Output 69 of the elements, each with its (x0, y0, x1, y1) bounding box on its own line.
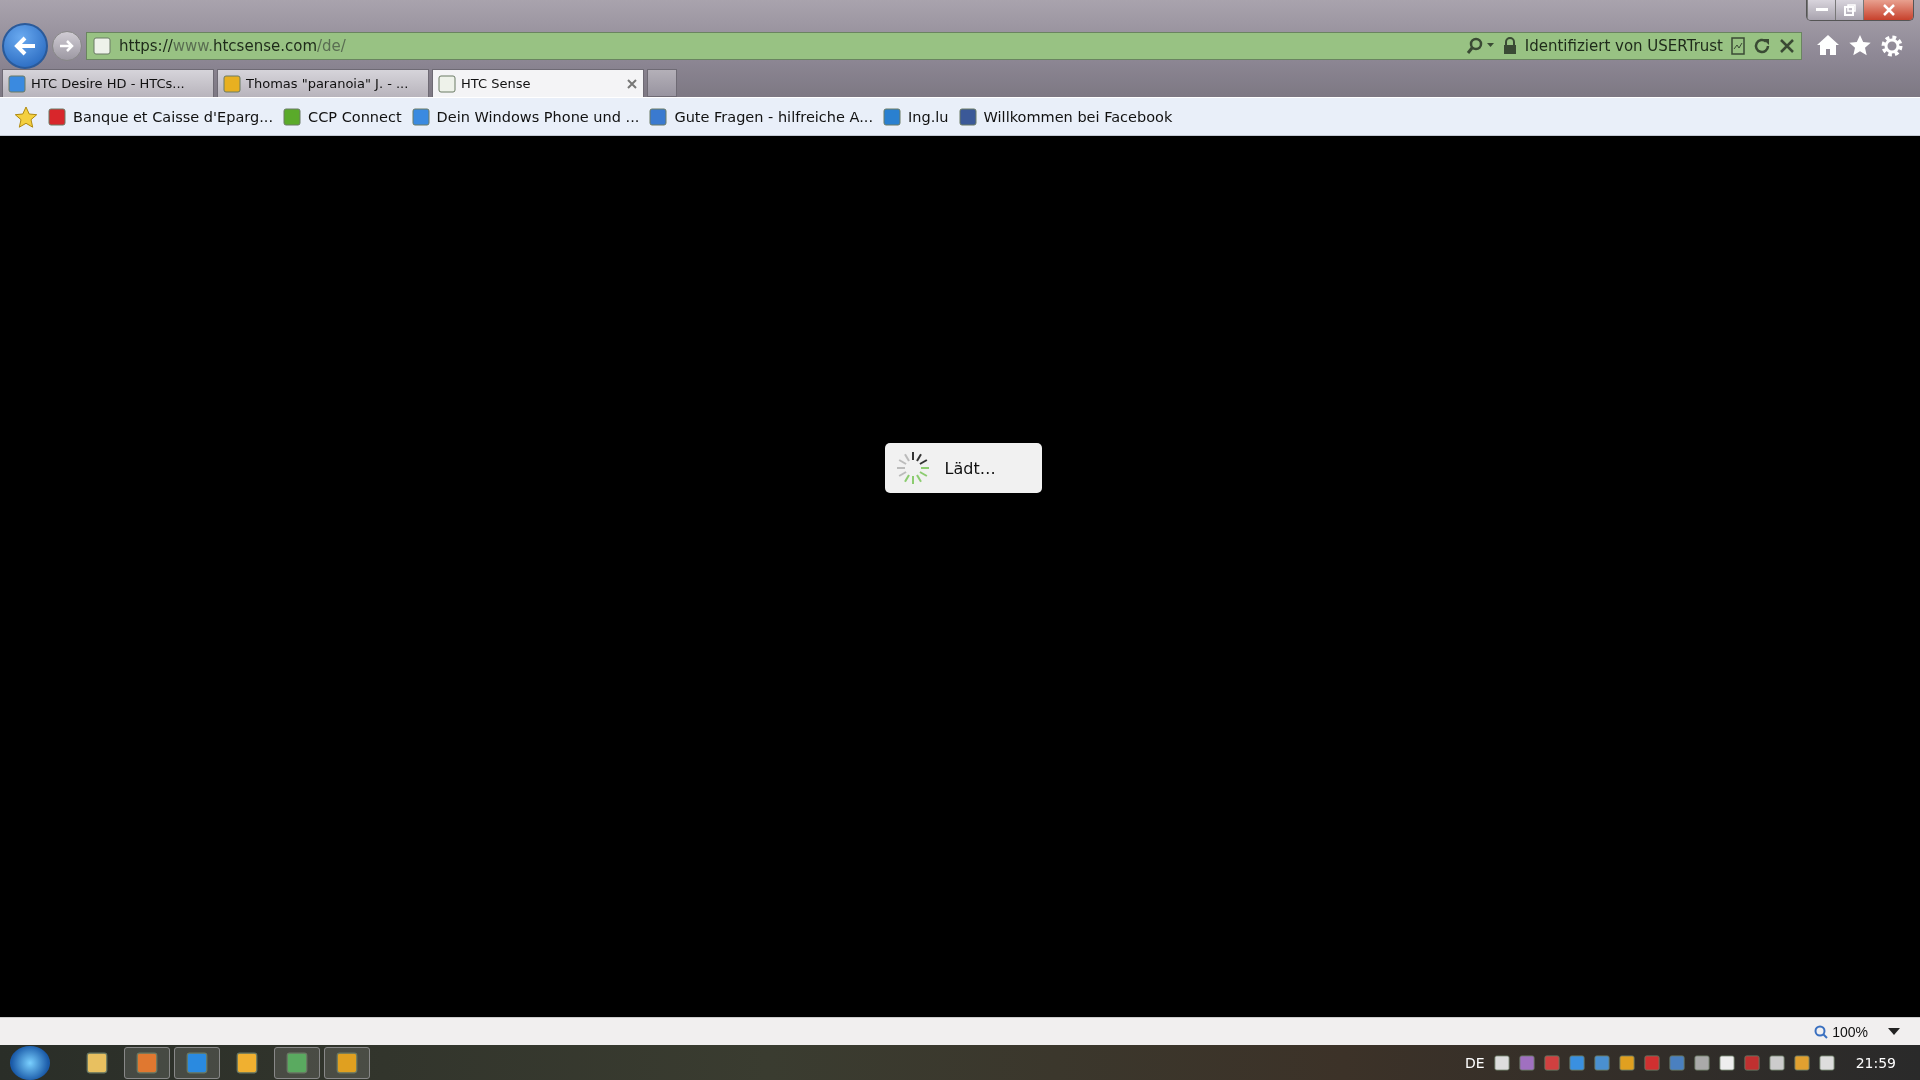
back-arrow-icon (13, 35, 37, 57)
close-tab-icon[interactable] (626, 77, 638, 90)
favorite-link[interactable]: Ing.lu (883, 107, 949, 126)
site-icon (883, 107, 902, 126)
star-icon[interactable] (1848, 34, 1872, 56)
favorite-link[interactable]: Banque et Caisse d'Eparg... (48, 107, 274, 126)
address-bar[interactable]: https://www.htcsense.com/de/ Identifiziert von USERTrust (86, 32, 1802, 60)
clock[interactable]: 21:59 (1855, 1054, 1896, 1071)
favorite-link[interactable]: Dein Windows Phone und ... (411, 107, 640, 126)
zoom-button[interactable]: 100% (1814, 1023, 1868, 1040)
site-icon (649, 107, 668, 126)
tray-icon (1593, 1054, 1610, 1071)
tray-icon (1618, 1054, 1635, 1071)
site-icon (411, 107, 430, 126)
taskbar-button[interactable] (324, 1046, 370, 1079)
tray-icon (1768, 1054, 1785, 1071)
tray-icon (1518, 1054, 1535, 1071)
favorite-link[interactable]: Willkommen bei Facebook (958, 107, 1173, 126)
taskbar-button[interactable] (174, 1046, 220, 1079)
taskbar-button[interactable] (124, 1046, 170, 1079)
favorites-star-icon[interactable] (14, 105, 38, 128)
maximize-button[interactable] (1835, 0, 1863, 20)
site-icon (223, 74, 241, 93)
tray-icon (1743, 1054, 1760, 1071)
browser-tab[interactable]: Thomas "paranoia" J. - ... (217, 69, 429, 97)
tray-icon (1493, 1054, 1510, 1071)
favorite-link[interactable]: CCP Connect (283, 107, 402, 126)
site-icon (438, 74, 456, 93)
tray-icon (1793, 1054, 1810, 1071)
stop-icon[interactable] (1779, 38, 1795, 54)
close-button[interactable] (1863, 0, 1913, 20)
lock-icon (1502, 37, 1517, 55)
security-text[interactable]: Identifiziert von USERTrust (1524, 37, 1723, 55)
minimize-button[interactable] (1807, 0, 1835, 20)
dropdown-caret-icon[interactable] (1888, 1027, 1900, 1036)
taskbar-button[interactable] (274, 1046, 320, 1079)
tray-icon (1643, 1054, 1660, 1071)
tray-icon (1543, 1054, 1560, 1071)
browser-tab[interactable]: HTC Desire HD - HTCs... (2, 69, 214, 97)
tray-icon (1568, 1054, 1585, 1071)
site-icon (8, 74, 26, 93)
site-icon (93, 37, 111, 55)
back-button[interactable] (2, 23, 48, 69)
refresh-icon[interactable] (1753, 37, 1771, 55)
search-icon[interactable] (1464, 37, 1495, 55)
tray-icon (1818, 1054, 1835, 1071)
site-icon (48, 107, 66, 126)
page-icon[interactable] (1731, 37, 1745, 55)
tray-icon (1668, 1054, 1685, 1071)
restore-icon (1843, 4, 1856, 16)
favorite-link[interactable]: Gute Fragen - hilfreiche A... (649, 107, 874, 126)
forward-arrow-icon (59, 39, 75, 53)
settings-icon[interactable] (1880, 34, 1904, 58)
tray-icon (1693, 1054, 1710, 1071)
forward-button[interactable] (52, 31, 82, 61)
close-icon (1881, 4, 1896, 16)
site-icon (958, 107, 977, 126)
new-tab-button[interactable] (647, 69, 677, 97)
home-icon[interactable] (1816, 34, 1840, 56)
language-indicator[interactable]: DE (1465, 1054, 1485, 1071)
start-button[interactable] (10, 1045, 50, 1080)
site-icon (283, 107, 302, 126)
loading-text: Lädt… (944, 458, 996, 478)
minimize-icon (1815, 8, 1828, 12)
url-text: https://www.htcsense.com/de/ (119, 37, 347, 55)
tray-icon (1718, 1054, 1735, 1071)
browser-tab[interactable]: HTC Sense (432, 69, 644, 97)
spinner-icon (894, 450, 931, 486)
zoom-icon (1814, 1024, 1829, 1039)
